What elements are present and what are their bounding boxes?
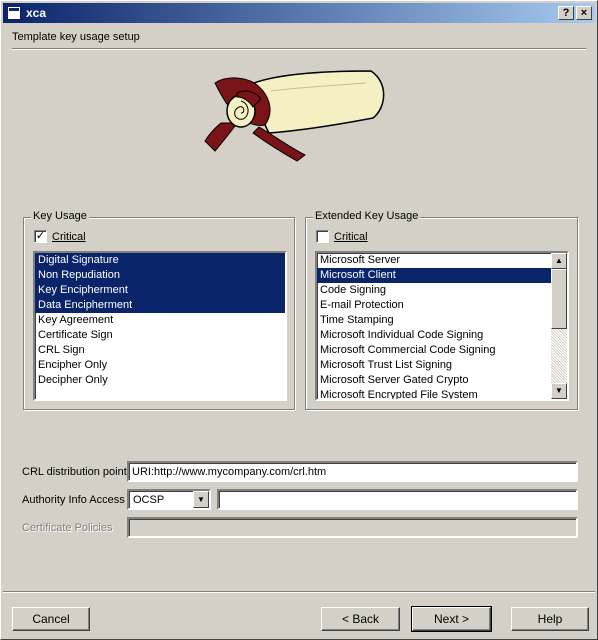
app-icon (7, 6, 21, 20)
eku-critical-checkbox[interactable] (316, 230, 329, 243)
title-bar[interactable]: xca ? × (3, 3, 595, 23)
list-item[interactable]: Microsoft Commercial Code Signing (317, 343, 551, 358)
crl-distribution-input[interactable]: URI:http://www.mycompany.com/crl.htm (127, 461, 578, 482)
page-title: Template key usage setup (12, 31, 140, 43)
key-usage-critical-label: Critical (52, 230, 86, 243)
scroll-thumb[interactable] (551, 269, 567, 329)
eku-scrollbar[interactable]: ▲ ▼ (551, 253, 567, 399)
list-item[interactable]: Decipher Only (35, 373, 285, 388)
list-item[interactable]: E-mail Protection (317, 298, 551, 313)
list-item[interactable]: CRL Sign (35, 343, 285, 358)
footer-divider (3, 591, 595, 593)
eku-critical-label: Critical (334, 230, 368, 243)
window-title: xca (26, 6, 47, 20)
key-usage-title: Key Usage (31, 210, 89, 222)
aia-method-select[interactable]: OCSP ▼ (127, 489, 211, 510)
eku-items: Microsoft Server Microsoft Client Code Sig… (317, 253, 551, 399)
aia-value-input[interactable] (217, 489, 578, 510)
extended-key-usage-group: Extended Key Usage Critical Microsoft Se… (305, 210, 578, 410)
extended-key-usage-list[interactable]: Microsoft Server Microsoft Client Code Sig… (315, 251, 569, 401)
list-item[interactable]: Digital Signature (35, 253, 285, 268)
key-usage-critical-checkbox[interactable]: ✓ (34, 230, 47, 243)
list-item[interactable]: Code Signing (317, 283, 551, 298)
certificate-policies-label: Certificate Policies (22, 522, 113, 534)
back-button[interactable]: < Back (321, 607, 400, 631)
header-divider (12, 48, 586, 50)
list-item[interactable]: Certificate Sign (35, 328, 285, 343)
list-item[interactable]: Non Repudiation (35, 268, 285, 283)
list-item[interactable]: Microsoft Server (317, 253, 551, 268)
list-item[interactable]: Time Stamping (317, 313, 551, 328)
certificate-scroll-image (204, 70, 385, 162)
list-item[interactable]: Microsoft Trust List Signing (317, 358, 551, 373)
list-item[interactable]: Microsoft Encrypted File System (317, 388, 551, 399)
chevron-down-icon[interactable]: ▼ (193, 491, 209, 508)
cancel-button[interactable]: Cancel (12, 607, 90, 631)
key-usage-critical-row[interactable]: ✓ Critical (34, 230, 86, 243)
list-item[interactable]: Microsoft Client (317, 268, 551, 283)
help-title-button[interactable]: ? (558, 6, 574, 20)
eku-critical-row[interactable]: Critical (316, 230, 368, 243)
list-item[interactable]: Key Encipherment (35, 283, 285, 298)
list-item[interactable]: Microsoft Individual Code Signing (317, 328, 551, 343)
certificate-policies-input (127, 517, 578, 538)
key-usage-group: Key Usage ✓ Critical Digital Signature No… (23, 210, 295, 410)
list-item[interactable]: Data Encipherment (35, 298, 285, 313)
scroll-down-icon[interactable]: ▼ (551, 383, 567, 399)
next-button[interactable]: Next > (411, 606, 492, 632)
list-item[interactable]: Key Agreement (35, 313, 285, 328)
list-item[interactable]: Encipher Only (35, 358, 285, 373)
scroll-up-icon[interactable]: ▲ (551, 253, 567, 269)
aia-method-value: OCSP (133, 494, 165, 506)
wizard-window: xca ? × Template key usage setup Key Usa… (0, 0, 598, 640)
close-title-button[interactable]: × (576, 6, 592, 20)
list-item[interactable]: Microsoft Server Gated Crypto (317, 373, 551, 388)
help-button[interactable]: Help (511, 607, 589, 631)
extended-key-usage-title: Extended Key Usage (313, 210, 421, 222)
aia-label: Authority Info Access (22, 494, 125, 506)
crl-label: CRL distribution point (22, 466, 127, 478)
key-usage-list[interactable]: Digital Signature Non Repudiation Key Enci… (33, 251, 287, 401)
